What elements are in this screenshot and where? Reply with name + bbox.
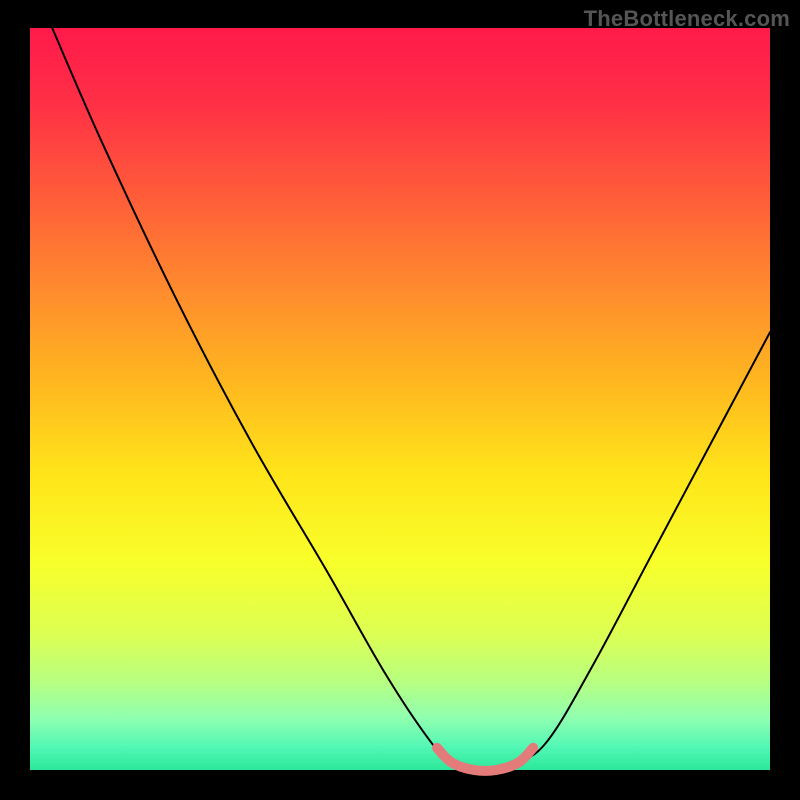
chart-frame: TheBottleneck.com (0, 0, 800, 800)
watermark-text: TheBottleneck.com (584, 6, 790, 32)
plot-background (30, 28, 770, 770)
bottleneck-chart (0, 0, 800, 800)
